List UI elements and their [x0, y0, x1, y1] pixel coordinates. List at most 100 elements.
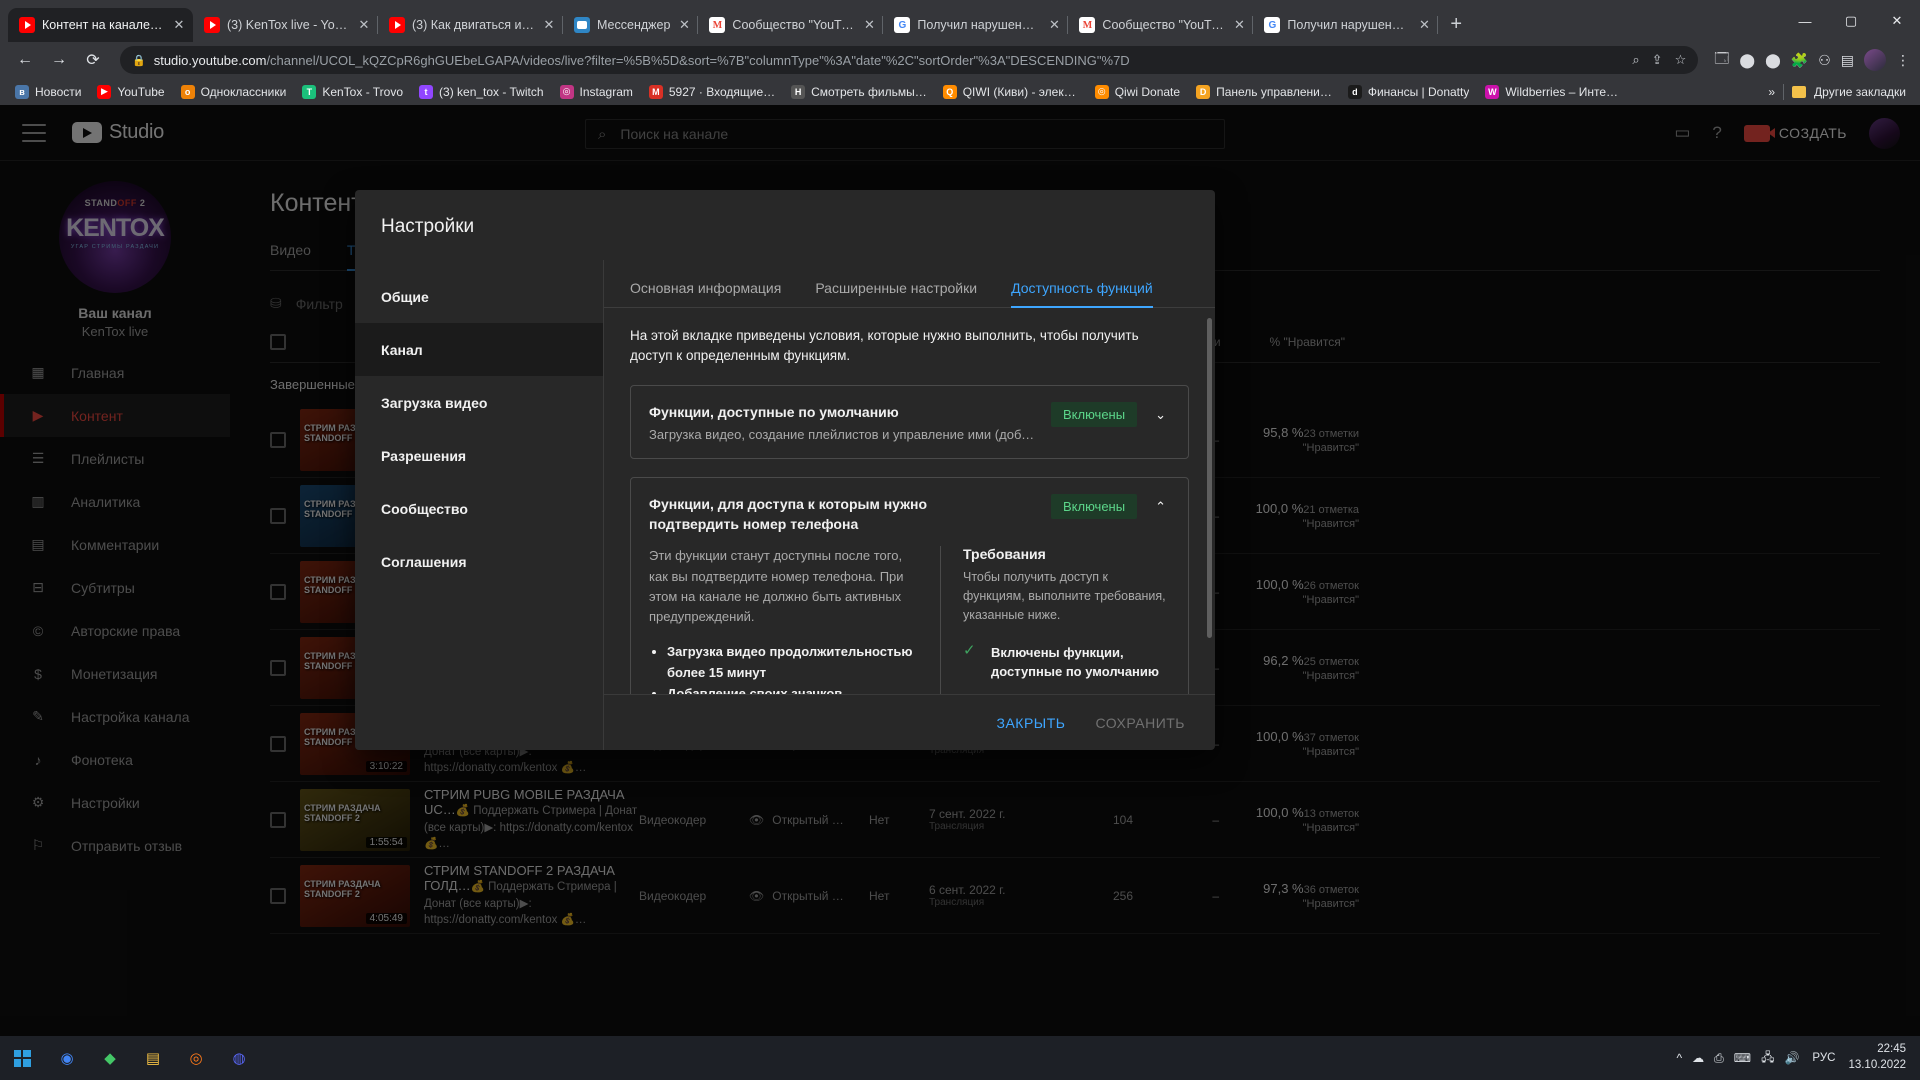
tab-basic-info[interactable]: Основная информация — [630, 272, 781, 307]
close-icon[interactable]: ✕ — [542, 17, 556, 33]
volume-icon[interactable]: 🔊 — [1784, 1051, 1799, 1065]
close-icon[interactable]: ✕ — [357, 17, 371, 33]
bookmark-item[interactable]: H Смотреть фильмы… — [784, 82, 934, 102]
bookmark-item[interactable]: в Новости — [8, 82, 88, 102]
modal-side-general[interactable]: Общие — [355, 270, 603, 323]
bookmarks-overflow: » Другие закладки — [1768, 83, 1912, 100]
chevron-up-icon[interactable]: ⌃ — [1151, 494, 1170, 520]
lock-icon: 🔒 — [132, 54, 146, 67]
modal-side-community[interactable]: Сообщество — [355, 482, 603, 535]
bookmark-item[interactable]: ◎ Instagram — [553, 82, 640, 102]
close-window-button[interactable]: ✕ — [1874, 5, 1920, 37]
close-icon[interactable]: ✕ — [677, 17, 691, 33]
odnoklassniki-icon: о — [180, 84, 195, 99]
close-icon[interactable]: ✕ — [1047, 17, 1061, 33]
explorer-icon[interactable]: ▤ — [136, 1041, 170, 1075]
browser-tab[interactable]: (3) KenTox live - YouTube ✕ — [193, 8, 378, 42]
modal-side-channel[interactable]: Канал — [355, 323, 603, 376]
browser-tab[interactable]: G Получил нарушение авто… ✕ — [1253, 8, 1439, 42]
extension-blue-icon[interactable]: ⬤ — [1739, 52, 1755, 69]
chevron-down-icon[interactable]: ⌄ — [1151, 402, 1170, 428]
printer-icon[interactable]: ⎙ — [1714, 1051, 1724, 1066]
system-tray: ^ ☁ ⎙ ⌨ 🖧 🔊 РУС 22:45 13.10.2022 — [1676, 1042, 1920, 1073]
bookmark-item[interactable]: d Финансы | Donatty — [1341, 82, 1477, 102]
default-features-card[interactable]: Функции, доступные по умолчанию Загрузка… — [630, 384, 1189, 459]
browser-tab[interactable]: G Получил нарушение авто… ✕ — [883, 8, 1069, 42]
windows-icon — [13, 1049, 31, 1067]
bookmark-star-icon[interactable]: ☆ — [1675, 52, 1687, 68]
bookmark-item[interactable]: о Одноклассники — [174, 82, 294, 102]
bookmark-item[interactable]: ◎ Qiwi Donate — [1088, 82, 1187, 102]
save-button[interactable]: СОХРАНИТЬ — [1095, 715, 1185, 731]
search-icon[interactable]: ⌕ — [1632, 52, 1639, 68]
browser-tab[interactable]: (3) Как двигаться и куда? ✕ — [378, 8, 563, 42]
menu-icon[interactable]: ⋮ — [1896, 52, 1910, 69]
donatty-panel-icon: D — [1196, 84, 1211, 99]
close-icon[interactable]: ✕ — [172, 17, 186, 33]
status-badge: Включены — [1051, 493, 1138, 519]
clock-date: 13.10.2022 — [1848, 1059, 1906, 1071]
bookmark-item[interactable]: t (3) ken_tox - Twitch — [412, 82, 550, 102]
new-tab-button[interactable]: + — [1438, 13, 1472, 42]
twitch-icon: t — [419, 84, 434, 99]
profile-switch-icon[interactable]: ⚇ — [1818, 52, 1831, 69]
browser-tab[interactable]: Мессенджер ✕ — [563, 8, 699, 42]
modal-sidebar: Общие Канал Загрузка видео Разрешения Со… — [355, 260, 603, 750]
avatar[interactable] — [1864, 49, 1886, 71]
tab-advanced-settings[interactable]: Расширенные настройки — [815, 272, 977, 307]
keyboard-icon[interactable]: ⌨ — [1734, 1051, 1751, 1065]
forward-icon[interactable]: → — [44, 45, 74, 75]
close-icon[interactable]: ✕ — [1232, 17, 1246, 33]
cloud-icon[interactable]: ☁ — [1692, 1051, 1704, 1065]
modal-side-agreements[interactable]: Соглашения — [355, 535, 603, 588]
browser-tab[interactable]: M Сообщество "YouTube" - ✕ — [698, 8, 884, 42]
overflow-chevron-icon[interactable]: » — [1768, 85, 1775, 99]
bookmark-item[interactable]: T KenTox - Trovo — [295, 82, 410, 102]
media-icon[interactable]: ◎ — [179, 1041, 213, 1075]
discord-icon[interactable]: ◍ — [222, 1041, 256, 1075]
maximize-button[interactable]: ▢ — [1828, 5, 1874, 37]
modal-side-upload[interactable]: Загрузка видео — [355, 376, 603, 429]
modal-side-permissions[interactable]: Разрешения — [355, 429, 603, 482]
reload-icon[interactable]: ⟳ — [78, 45, 108, 75]
close-button[interactable]: ЗАКРЫТЬ — [997, 715, 1066, 731]
minimize-button[interactable]: — — [1782, 5, 1828, 37]
list-item: Добавление своих значков — [667, 683, 916, 694]
close-icon[interactable]: ✕ — [862, 17, 876, 33]
obs-icon[interactable]: ◆ — [93, 1041, 127, 1075]
hd-icon: H — [791, 84, 806, 99]
donatty-icon: d — [1347, 84, 1362, 99]
modal-scrollbar[interactable] — [1207, 318, 1212, 638]
bookmark-label: Qiwi Donate — [1114, 84, 1181, 99]
window-controls: — ▢ ✕ — [1782, 0, 1920, 42]
share-icon[interactable]: ⇪ — [1652, 52, 1663, 68]
network-icon[interactable]: 🖧 — [1761, 1048, 1774, 1069]
bookmark-item[interactable]: D Панель управлени… — [1189, 82, 1339, 102]
close-icon[interactable]: ✕ — [1417, 17, 1431, 33]
bookmark-item[interactable]: Q QIWI (Киви) - элект… — [936, 82, 1086, 102]
chevron-up-icon[interactable]: ^ — [1676, 1051, 1682, 1065]
browser-tab[interactable]: Контент на канале - YouT… ✕ — [8, 8, 193, 42]
other-bookmarks-label[interactable]: Другие закладки — [1814, 85, 1906, 99]
browser-tab[interactable]: M Сообщество "YouTube" - ✕ — [1068, 8, 1254, 42]
back-icon[interactable]: ← — [10, 45, 40, 75]
bookmark-item[interactable]: W Wildberries – Инте… — [1478, 82, 1625, 102]
bookmark-item[interactable]: ▶ YouTube — [90, 82, 171, 102]
trovo-icon: T — [302, 84, 317, 99]
translate-icon[interactable]: 🗔 — [1714, 48, 1729, 72]
tray-icons: ^ ☁ ⎙ ⌨ 🖧 🔊 — [1676, 1048, 1799, 1069]
google-icon: G — [1264, 17, 1281, 33]
extension-green-icon[interactable]: ⬤ — [1765, 52, 1781, 69]
chrome-icon[interactable]: ◉ — [50, 1041, 84, 1075]
tab-title: Сообщество "YouTube" - — [732, 18, 856, 32]
address-bar[interactable]: 🔒 studio.youtube.com/channel/UCOL_kQZCpR… — [120, 46, 1699, 74]
sidepanel-icon[interactable]: ▤ — [1841, 52, 1854, 69]
tab-strip: Контент на канале - YouT… ✕ (3) KenTox l… — [0, 0, 1920, 42]
start-button[interactable] — [0, 1036, 44, 1080]
bookmark-item[interactable]: M 5927 · Входящие… — [642, 82, 782, 102]
clock[interactable]: 22:45 13.10.2022 — [1848, 1042, 1906, 1073]
instagram-icon: ◎ — [559, 84, 574, 99]
language-indicator[interactable]: РУС — [1812, 1052, 1835, 1064]
tab-feature-eligibility[interactable]: Доступность функций — [1011, 272, 1153, 308]
puzzle-icon[interactable]: 🧩 — [1791, 52, 1808, 69]
